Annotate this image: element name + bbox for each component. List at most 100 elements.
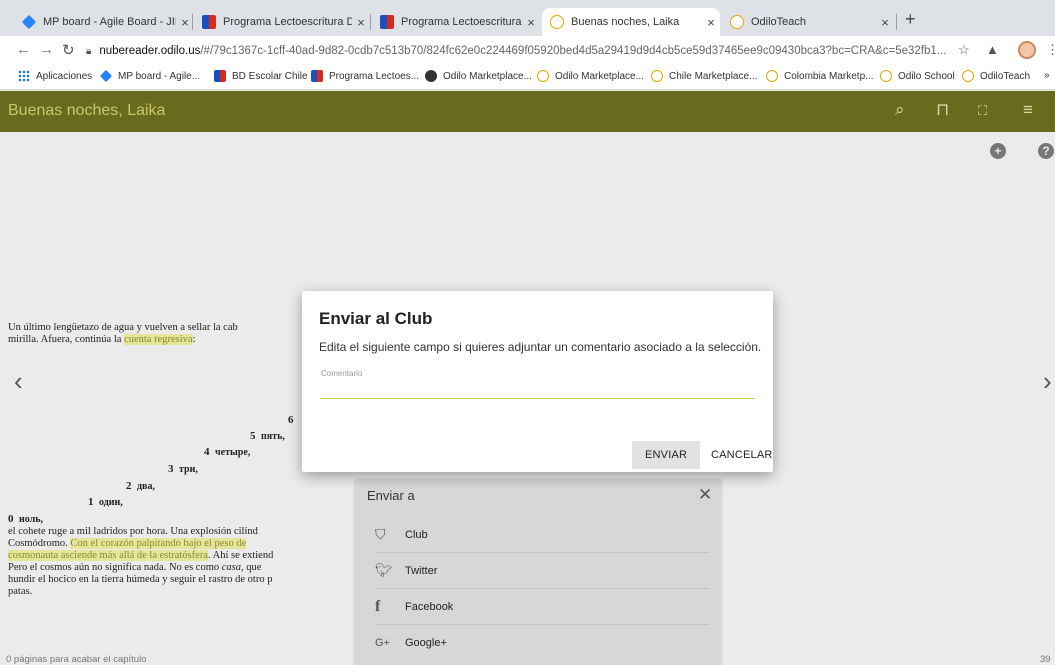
bookmark-label: Odilo Marketplace... <box>443 70 532 82</box>
send-button[interactable]: ENVIAR <box>632 441 701 469</box>
menu-icon[interactable]: ≡ <box>1023 100 1033 120</box>
close-icon[interactable]: ✕ <box>698 485 712 505</box>
help-icon[interactable]: ? <box>1038 143 1054 159</box>
more-vert-icon[interactable]: ⋮ <box>1046 42 1055 58</box>
forward-icon[interactable]: → <box>39 41 54 58</box>
tab-programa-1[interactable]: Programa Lectoescritura Digital × <box>194 8 370 36</box>
back-icon[interactable]: ← <box>16 41 31 58</box>
bookmark-bd-escolar[interactable]: BD Escolar Chile <box>214 70 308 82</box>
lock-icon: 🔒︎ <box>86 45 92 57</box>
share-item-facebook[interactable]: f Facebook <box>375 589 710 625</box>
club-icon: ⛉ <box>375 526 386 542</box>
text-span: Cosmódromo. <box>8 538 71 549</box>
close-tab-icon[interactable]: × <box>522 15 540 30</box>
bookmark-odilo-marketplace-2[interactable]: Odilo Marketplace... <box>537 70 644 82</box>
jira-icon <box>21 14 37 30</box>
tab-title: Buenas noches, Laika <box>571 16 680 28</box>
share-item-label: Facebook <box>405 600 454 613</box>
countdown-number: 1 <box>88 496 94 508</box>
star-icon[interactable]: ☆ <box>958 42 970 58</box>
page-number: 39 <box>1040 654 1051 665</box>
text-line: cosmonauta asciende más allá de la estra… <box>8 550 273 562</box>
bookmarks-overflow-button[interactable]: » <box>1044 70 1050 81</box>
apps-grid-icon <box>18 70 30 82</box>
bookmark-odiloteach[interactable]: OdiloTeach <box>962 70 1030 82</box>
comment-input[interactable] <box>320 379 755 399</box>
tab-title: Programa Lectoescritura Digital <box>223 16 352 28</box>
reload-icon[interactable]: ↻ <box>62 41 75 59</box>
share-item-google-plus[interactable]: G+ Google+ <box>375 625 710 661</box>
tab-odiloteach[interactable]: OdiloTeach × <box>722 8 894 36</box>
countdown-word: четыре, <box>215 447 251 458</box>
text-span: mirilla. Afuera, continúa la <box>8 334 125 345</box>
chile-flag-icon <box>214 70 226 82</box>
share-item-twitter[interactable]: 🐦︎ Twitter <box>375 553 710 589</box>
odilo-icon <box>880 70 892 82</box>
bookmark-mp-board[interactable]: MP board - Agile... <box>99 69 200 83</box>
previous-page-arrow[interactable]: ‹ <box>14 366 23 397</box>
highlight[interactable]: cosmonauta asciende más allá de la estra… <box>8 550 208 561</box>
share-item-label: Google+ <box>405 637 447 649</box>
countdown-2: 2 два, <box>126 480 155 492</box>
new-tab-button[interactable]: + <box>905 9 916 30</box>
odilo-icon <box>962 70 974 82</box>
bookmark-chile-marketplace[interactable]: Chile Marketplace... <box>651 70 757 82</box>
chile-flag-icon <box>202 15 216 29</box>
countdown-number: 5 <box>250 430 256 442</box>
highlight[interactable]: Con el corazón palpitando bajo el peso d… <box>70 538 247 549</box>
tab-buenas-noches[interactable]: Buenas noches, Laika × <box>542 8 720 36</box>
bookmark-colombia-marketplace[interactable]: Colombia Marketp... <box>766 70 873 82</box>
address-host: nubereader.odilo.us <box>99 45 201 57</box>
bookmark-odilo-marketplace-1[interactable]: Odilo Marketplace... <box>425 70 532 82</box>
search-icon[interactable]: ⌕ <box>895 100 905 120</box>
book-title: Buenas noches, Laika <box>8 102 166 119</box>
bookmark-label: BD Escolar Chile <box>232 70 308 82</box>
odilo-icon <box>730 15 744 29</box>
share-panel-title: Enviar a <box>367 488 415 503</box>
bookmark-programa[interactable]: Programa Lectoes... <box>311 70 419 82</box>
countdown-number: 6 <box>288 414 294 426</box>
extension-icon[interactable]: ▲ <box>986 42 999 57</box>
profile-avatar[interactable] <box>1018 41 1036 59</box>
odilo-icon <box>550 15 564 29</box>
tab-programa-2[interactable]: Programa Lectoescritura Digital × <box>372 8 540 36</box>
bookmark-icon[interactable]: ⊓ <box>936 100 949 120</box>
chapter-progress-text: 0 páginas para acabar el capítulo <box>6 654 147 665</box>
countdown-word: три, <box>179 464 198 475</box>
bookmark-aplicaciones[interactable]: Aplicaciones <box>18 70 92 82</box>
bookmark-label: Aplicaciones <box>36 70 93 82</box>
countdown-number: 0 <box>8 513 14 525</box>
bookmark-odilo-school[interactable]: Odilo School <box>880 70 955 82</box>
close-tab-icon[interactable]: × <box>876 15 894 30</box>
share-item-label: Twitter <box>405 564 438 577</box>
bookmark-label: Chile Marketplace... <box>669 70 758 82</box>
countdown-6: 6 <box>288 414 294 426</box>
share-panel: Enviar a ✕ ⛉ Club 🐦︎ Twitter f Facebook … <box>355 479 721 665</box>
tab-jira[interactable]: MP board - Agile Board - JIRA × <box>14 8 194 36</box>
countdown-word: пять, <box>261 431 285 442</box>
jira-icon <box>99 69 113 83</box>
countdown-number: 4 <box>204 446 210 458</box>
fullscreen-icon[interactable]: ⛶ <box>978 103 987 119</box>
close-tab-icon[interactable]: × <box>702 15 720 30</box>
countdown-3: 3 три, <box>168 463 198 475</box>
close-tab-icon[interactable]: × <box>352 15 370 30</box>
text-line: Pero el cosmos aún no significa nada. No… <box>8 562 273 574</box>
add-icon[interactable]: + <box>990 143 1006 159</box>
cancel-button[interactable]: CANCELAR <box>698 441 786 469</box>
text-line: Un último lengüetazo de agua y vuelven a… <box>8 322 238 333</box>
next-page-arrow[interactable]: › <box>1043 366 1052 397</box>
share-item-club[interactable]: ⛉ Club <box>375 517 710 553</box>
bookmark-label: Odilo Marketplace... <box>555 70 644 82</box>
browser-tab-strip: MP board - Agile Board - JIRA × Programa… <box>0 0 1055 36</box>
highlight[interactable]: cuenta regresiva <box>124 334 193 345</box>
address-bar[interactable]: 🔒︎ nubereader.odilo.us/#/79c1367c-1cff-4… <box>86 39 946 63</box>
bookmark-label: Programa Lectoes... <box>329 70 420 82</box>
tab-separator <box>192 14 193 30</box>
dialog-title: Enviar al Club <box>319 309 433 328</box>
bookmarks-bar: Aplicaciones MP board - Agile... BD Esco… <box>0 66 1055 90</box>
countdown-1: 1 один, <box>88 496 123 508</box>
tab-separator <box>896 14 897 30</box>
text-line: hundir el hocico en la tierra húmeda y s… <box>8 574 273 585</box>
facebook-icon: f <box>375 597 381 615</box>
